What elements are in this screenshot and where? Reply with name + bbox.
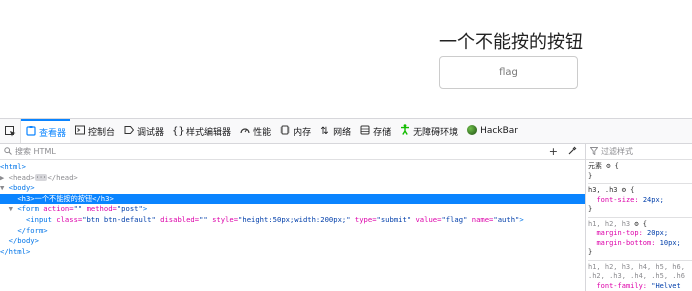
storage-icon [359, 125, 370, 138]
tree-node-form[interactable]: ▼ <form action="" method="post"> [0, 204, 585, 215]
tab-storage[interactable]: 存储 [355, 119, 395, 143]
tree-node-h3-selected[interactable]: <h3>一个不能按的按钮</h3> [0, 193, 585, 205]
style-editor-icon: {} [172, 125, 185, 137]
debugger-icon [123, 125, 134, 138]
tree-node-html-close: </html> [0, 246, 31, 256]
css-rules: 元素 ⚙ { } h3, .h3 ⚙ { font-size: 24px; } … [586, 160, 692, 291]
hackbar-icon [466, 124, 477, 138]
tab-network[interactable]: ⇅ 网络 [315, 119, 355, 143]
tab-label: 调试器 [137, 127, 165, 138]
tab-label: 内存 [293, 127, 312, 138]
tab-memory[interactable]: 内存 [275, 119, 315, 143]
console-icon [74, 125, 85, 138]
flag-button[interactable]: flag [439, 56, 578, 89]
tab-label: 网络 [333, 127, 352, 138]
tab-label: 无障碍环境 [413, 127, 459, 138]
tree-node-input[interactable]: <input class="btn btn-default" disabled=… [0, 215, 585, 226]
tab-console[interactable]: 控制台 [70, 119, 119, 143]
gear-icon[interactable]: ⚙ [622, 186, 626, 194]
search-input[interactable]: 搜索 HTML [15, 146, 56, 157]
performance-icon [239, 125, 250, 138]
tab-label: 性能 [253, 127, 272, 138]
tab-accessibility[interactable]: 无障碍环境 [395, 119, 462, 143]
search-icon [4, 146, 12, 157]
tab-label: 控制台 [88, 127, 116, 138]
network-icon: ⇅ [320, 125, 329, 137]
tree-node-body[interactable]: ▼ <body> [0, 183, 585, 194]
tab-debugger[interactable]: 调试器 [119, 119, 168, 143]
tab-label: 查看器 [39, 128, 67, 139]
tab-performance[interactable]: 性能 [235, 119, 275, 143]
accessibility-icon [399, 124, 410, 138]
tab-label: HackBar [480, 126, 518, 136]
markup-panel: 搜索 HTML + <html> ▶ <head>···</head> ▼ <b… [0, 144, 585, 291]
tab-hackbar[interactable]: HackBar [462, 119, 522, 143]
style-filter-bar[interactable]: 过滤样式 [586, 144, 692, 160]
tree-node-head[interactable]: ▶ <head>···</head> [0, 173, 585, 184]
eyedropper-icon[interactable] [568, 145, 577, 158]
page-title: 一个不能按的按钮 [439, 32, 583, 53]
tree-node-body-close: </body> [8, 236, 39, 246]
rule-h3: h3, .h3 ⚙ { font-size: 24px; } [588, 184, 692, 218]
rule-element: 元素 ⚙ { } [588, 160, 692, 184]
devtools-panel: 查看器 控制台 调试器 {} 样式编辑器 性能 内存 ⇅ 网络 存储 无障碍环境… [0, 118, 692, 291]
memory-icon [279, 125, 290, 138]
tab-style-editor[interactable]: {} 样式编辑器 [168, 119, 235, 143]
filter-icon [589, 146, 599, 157]
add-node-icon[interactable]: + [549, 145, 558, 158]
tab-label: 存储 [373, 127, 392, 138]
rule-headings-font: h1, h2, h3, h4, h5, h6, .h2, .h3, .h4, .… [588, 262, 685, 290]
collapsed-dots-icon: ··· [34, 174, 48, 182]
tab-inspector[interactable]: 查看器 [21, 119, 71, 143]
filter-input[interactable]: 过滤样式 [601, 146, 633, 157]
rules-panel: 过滤样式 元素 ⚙ { } h3, .h3 ⚙ { font-size: 24p… [585, 144, 692, 291]
gear-icon[interactable]: ⚙ [606, 162, 610, 170]
tab-label: 样式编辑器 [186, 127, 232, 138]
element-picker-icon[interactable] [0, 119, 21, 143]
devtools-toolbar: 查看器 控制台 调试器 {} 样式编辑器 性能 内存 ⇅ 网络 存储 无障碍环境… [0, 118, 692, 144]
rule-headings-margin: h1, h2, h3 ⚙ { margin-top: 20px; margin-… [588, 218, 692, 261]
html-search-bar[interactable]: 搜索 HTML + [0, 144, 585, 160]
gear-icon[interactable]: ⚙ [634, 220, 638, 228]
html-tree: <html> ▶ <head>···</head> ▼ <body> <h3>一… [0, 160, 585, 257]
tree-node-form-close: </form> [17, 225, 48, 235]
tree-node-html[interactable]: <html> [0, 162, 585, 173]
inspector-icon [25, 125, 36, 139]
page-content: 一个不能按的按钮 flag [0, 0, 692, 118]
